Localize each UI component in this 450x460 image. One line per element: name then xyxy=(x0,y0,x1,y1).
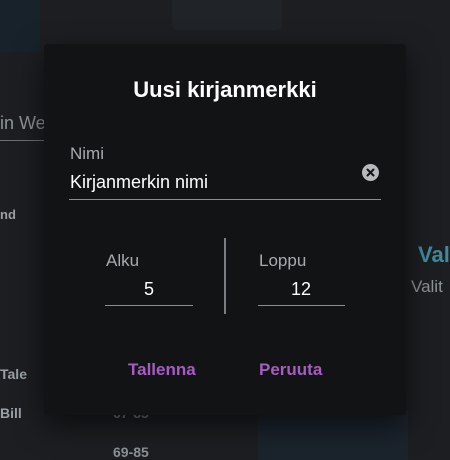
start-underline xyxy=(105,305,193,306)
background-list-item: nd xyxy=(0,207,16,222)
background-heading: Val xyxy=(418,242,450,267)
cancel-button[interactable]: Peruuta xyxy=(259,360,322,380)
background-search-underline xyxy=(0,140,44,141)
field-divider xyxy=(224,238,226,314)
background-list-item: Tale xyxy=(0,366,27,382)
dialog-title: Uusi kirjanmerkki xyxy=(133,77,317,102)
end-label: Loppu xyxy=(259,251,307,270)
background-list-item: Bill xyxy=(0,405,22,421)
start-input[interactable] xyxy=(106,279,192,300)
name-label: Nimi xyxy=(70,144,104,163)
new-bookmark-dialog: Uusi kirjanmerkki Nimi Alku Loppu Tallen… xyxy=(44,44,406,415)
background-range: 69-85 xyxy=(113,444,149,460)
start-label: Alku xyxy=(106,251,140,270)
background-top-panel xyxy=(172,0,282,30)
save-button[interactable]: Tallenna xyxy=(128,360,196,380)
name-underline xyxy=(69,199,381,200)
background-panel xyxy=(258,410,408,460)
end-underline xyxy=(258,305,345,306)
bookmark-name-input[interactable] xyxy=(70,172,360,193)
background-header-block xyxy=(0,0,40,52)
clear-icon[interactable] xyxy=(362,164,379,181)
end-input[interactable] xyxy=(258,279,344,300)
background-subheading: Valit xyxy=(411,277,443,296)
background-search-text: in We xyxy=(0,113,46,133)
